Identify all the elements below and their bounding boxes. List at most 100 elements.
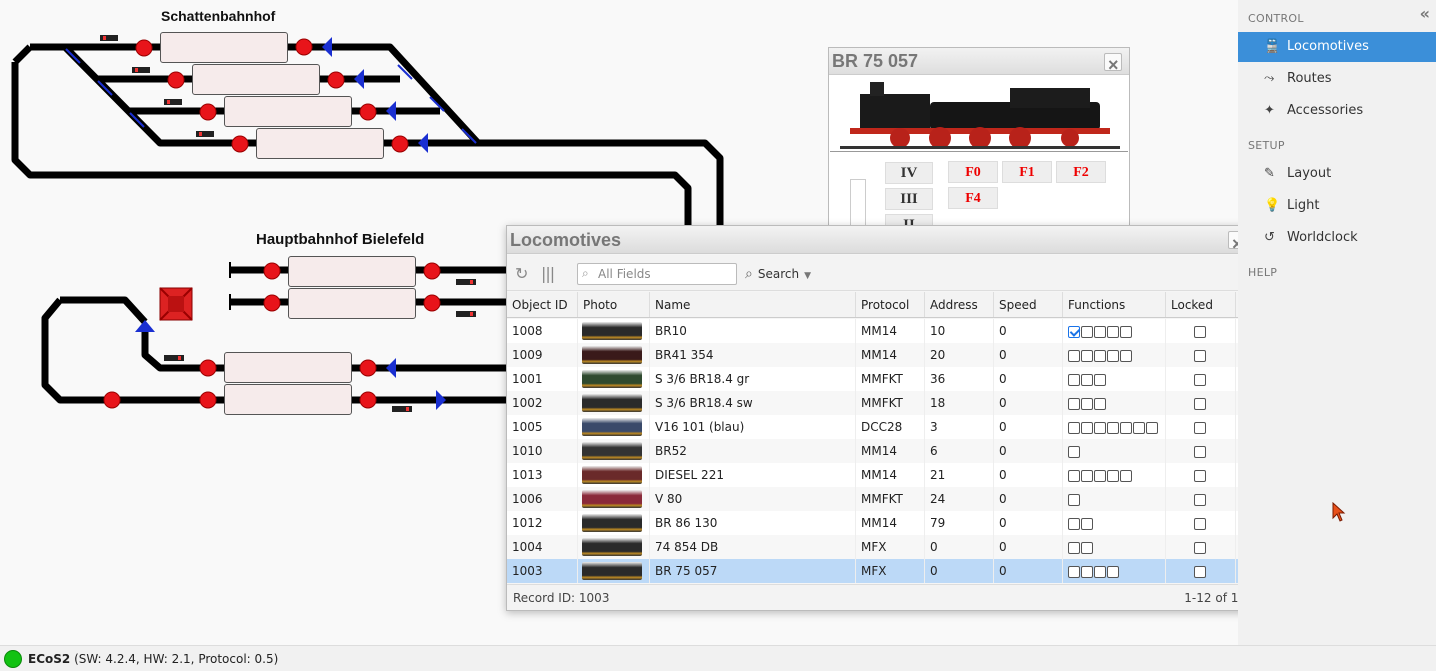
locked-checkbox[interactable] bbox=[1194, 469, 1206, 482]
locked-checkbox[interactable] bbox=[1194, 565, 1206, 578]
column-header-locked[interactable]: Locked bbox=[1166, 292, 1236, 317]
function-checkbox[interactable] bbox=[1094, 325, 1106, 338]
refresh-icon[interactable]: ↻ bbox=[515, 264, 528, 283]
table-row[interactable]: 1002 S 3/6 BR18.4 sw MMFKT 18 0 bbox=[507, 391, 1238, 415]
locked-checkbox[interactable] bbox=[1194, 445, 1206, 458]
function-checkbox[interactable] bbox=[1081, 565, 1093, 578]
name-cell: BR 86 130 bbox=[650, 511, 856, 535]
locked-checkbox[interactable] bbox=[1194, 541, 1206, 554]
table-row[interactable]: 1006 V 80 MMFKT 24 0 bbox=[507, 487, 1238, 511]
sidebar-item-locomotives[interactable]: 🚆 Locomotives bbox=[1238, 32, 1436, 62]
locked-checkbox[interactable] bbox=[1194, 349, 1206, 362]
function-button-f2[interactable]: F2 bbox=[1056, 161, 1106, 183]
window-header[interactable]: Locomotives × bbox=[507, 226, 1252, 254]
function-checkbox[interactable] bbox=[1068, 349, 1080, 362]
function-checkbox[interactable] bbox=[1107, 349, 1119, 362]
search-button[interactable]: ⌕ Search ▼ bbox=[745, 263, 811, 285]
function-checkbox[interactable] bbox=[1094, 469, 1106, 482]
function-checkbox[interactable] bbox=[1094, 349, 1106, 362]
table-row[interactable]: 1001 S 3/6 BR18.4 gr MMFKT 36 0 bbox=[507, 367, 1238, 391]
function-checkbox[interactable] bbox=[1107, 469, 1119, 482]
table-row[interactable]: 1010 BR52 MM14 6 0 bbox=[507, 439, 1238, 463]
sidebar-item-accessories[interactable]: ✦ Accessories bbox=[1238, 96, 1436, 126]
loco-panel-header[interactable]: BR 75 057 × bbox=[829, 48, 1129, 75]
sidebar-item-layout[interactable]: ✎ Layout bbox=[1238, 159, 1436, 189]
function-checkbox[interactable] bbox=[1107, 565, 1119, 578]
close-button[interactable]: × bbox=[1104, 53, 1122, 74]
function-checkbox[interactable] bbox=[1068, 421, 1080, 434]
search-input[interactable] bbox=[598, 266, 732, 282]
locked-checkbox[interactable] bbox=[1194, 493, 1206, 506]
column-header-speed[interactable]: Speed bbox=[994, 292, 1063, 317]
collapse-icon[interactable]: « bbox=[1420, 4, 1430, 23]
function-checkbox[interactable] bbox=[1068, 541, 1080, 554]
function-checkbox[interactable] bbox=[1068, 469, 1080, 482]
function-checkbox[interactable] bbox=[1068, 517, 1080, 530]
sidebar-item-worldclock[interactable]: ↺ Worldclock bbox=[1238, 223, 1436, 253]
track-block[interactable] bbox=[224, 352, 352, 383]
function-button-f4[interactable]: F4 bbox=[948, 187, 998, 209]
locked-checkbox[interactable] bbox=[1194, 397, 1206, 410]
search-field[interactable]: ⌕ bbox=[577, 263, 737, 285]
track-block[interactable] bbox=[160, 32, 288, 63]
columns-icon[interactable]: ||| bbox=[541, 264, 555, 283]
function-checkbox[interactable] bbox=[1068, 493, 1080, 506]
function-checkbox[interactable] bbox=[1068, 565, 1080, 578]
track-block[interactable] bbox=[256, 128, 384, 159]
function-checkbox[interactable] bbox=[1120, 325, 1132, 338]
function-checkbox[interactable] bbox=[1107, 421, 1119, 434]
function-checkbox[interactable] bbox=[1081, 421, 1093, 434]
table-row[interactable]: 1004 74 854 DB MFX 0 0 bbox=[507, 535, 1238, 559]
function-button-f0[interactable]: F0 bbox=[948, 161, 998, 183]
function-checkbox[interactable] bbox=[1081, 517, 1093, 530]
track-block[interactable] bbox=[288, 256, 416, 287]
track-block[interactable] bbox=[224, 384, 352, 415]
column-header-photo[interactable]: Photo bbox=[578, 292, 650, 317]
table-row[interactable]: 1008 BR10 MM14 10 0 bbox=[507, 319, 1238, 343]
gear-button-iv[interactable]: IV bbox=[885, 162, 933, 184]
function-button-f1[interactable]: F1 bbox=[1002, 161, 1052, 183]
red-accessory-box[interactable] bbox=[159, 287, 193, 321]
table-row[interactable]: 1013 DIESEL 221 MM14 21 0 bbox=[507, 463, 1238, 487]
column-header-protocol[interactable]: Protocol bbox=[856, 292, 925, 317]
column-header-address[interactable]: Address bbox=[925, 292, 994, 317]
protocol-cell: MM14 bbox=[856, 439, 925, 463]
function-checkbox[interactable] bbox=[1081, 469, 1093, 482]
table-row[interactable]: 1005 V16 101 (blau) DCC28 3 0 bbox=[507, 415, 1238, 439]
locked-checkbox[interactable] bbox=[1194, 517, 1206, 530]
function-checkbox[interactable] bbox=[1068, 325, 1080, 338]
function-checkbox[interactable] bbox=[1094, 421, 1106, 434]
function-checkbox[interactable] bbox=[1081, 373, 1093, 386]
locked-checkbox[interactable] bbox=[1194, 325, 1206, 338]
function-checkbox[interactable] bbox=[1120, 421, 1132, 434]
track-block[interactable] bbox=[224, 96, 352, 127]
function-checkbox[interactable] bbox=[1068, 373, 1080, 386]
table-row[interactable]: 1012 BR 86 130 MM14 79 0 bbox=[507, 511, 1238, 535]
function-checkbox[interactable] bbox=[1094, 397, 1106, 410]
function-checkbox[interactable] bbox=[1068, 397, 1080, 410]
function-checkbox[interactable] bbox=[1094, 373, 1106, 386]
function-checkbox[interactable] bbox=[1094, 565, 1106, 578]
track-block[interactable] bbox=[192, 64, 320, 95]
table-row[interactable]: 1009 BR41 354 MM14 20 0 bbox=[507, 343, 1238, 367]
track-block[interactable] bbox=[288, 288, 416, 319]
function-checkbox[interactable] bbox=[1120, 469, 1132, 482]
sidebar-item-light[interactable]: 💡 Light bbox=[1238, 191, 1436, 221]
column-header-name[interactable]: Name bbox=[650, 292, 856, 317]
function-checkbox[interactable] bbox=[1120, 349, 1132, 362]
function-checkbox[interactable] bbox=[1133, 421, 1145, 434]
column-header-functions[interactable]: Functions bbox=[1063, 292, 1166, 317]
function-checkbox[interactable] bbox=[1146, 421, 1158, 434]
locked-checkbox[interactable] bbox=[1194, 421, 1206, 434]
sidebar-item-routes[interactable]: ⤳ Routes bbox=[1238, 64, 1436, 94]
table-row[interactable]: 1003 BR 75 057 MFX 0 0 bbox=[507, 559, 1238, 583]
function-checkbox[interactable] bbox=[1068, 445, 1080, 458]
function-checkbox[interactable] bbox=[1081, 349, 1093, 362]
locked-checkbox[interactable] bbox=[1194, 373, 1206, 386]
column-header-object-id[interactable]: Object ID bbox=[507, 292, 578, 317]
function-checkbox[interactable] bbox=[1081, 541, 1093, 554]
function-checkbox[interactable] bbox=[1081, 397, 1093, 410]
function-checkbox[interactable] bbox=[1107, 325, 1119, 338]
function-checkbox[interactable] bbox=[1081, 325, 1093, 338]
gear-button-iii[interactable]: III bbox=[885, 188, 933, 210]
